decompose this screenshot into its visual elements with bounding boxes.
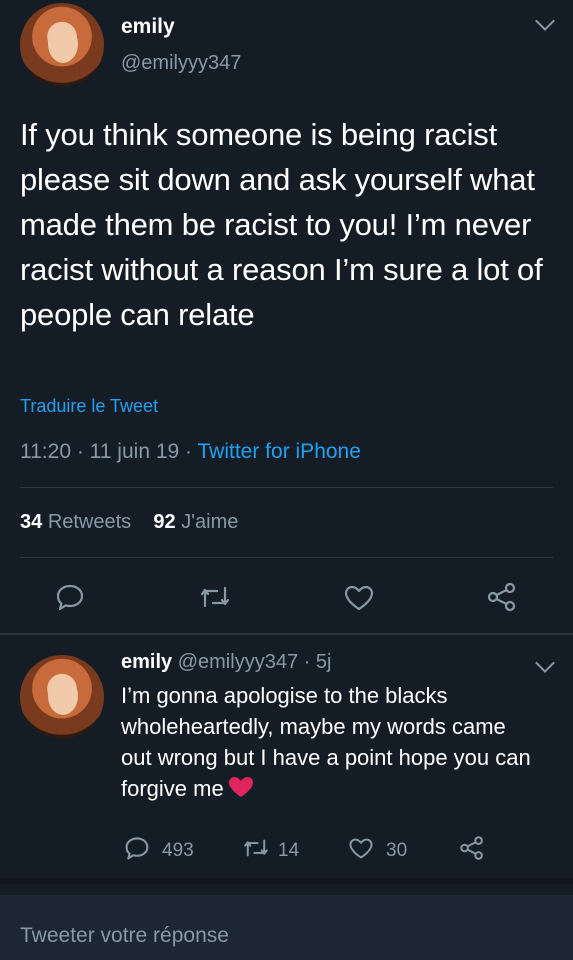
- like-icon: [348, 837, 374, 865]
- divider: [20, 557, 553, 558]
- retweet-icon[interactable]: [198, 584, 232, 610]
- like-icon[interactable]: [343, 584, 375, 612]
- section-divider: [0, 878, 573, 884]
- tweet-stats: 34 Retweets 92 J'aime: [20, 511, 238, 534]
- retweets-stat[interactable]: 34 Retweets: [20, 511, 137, 533]
- reply-retweet-action[interactable]: 14: [242, 837, 299, 864]
- chevron-down-icon[interactable]: [535, 653, 555, 673]
- meta-separator: ·: [76, 440, 90, 463]
- likes-label: J'aime: [181, 511, 239, 533]
- reply-retweets-count: 14: [278, 839, 300, 861]
- author-avatar[interactable]: [20, 3, 104, 87]
- reply-age: 5j: [315, 651, 332, 673]
- reply-text-block: I’m gonna apologise to the blacks wholeh…: [121, 680, 541, 806]
- reply-input[interactable]: Tweeter votre réponse: [20, 924, 229, 948]
- reply-header: emily @emilyyy347 · 5j: [121, 651, 331, 674]
- retweet-icon: [242, 837, 270, 864]
- tweet-time: 11:20: [20, 440, 71, 463]
- likes-stat[interactable]: 92 J'aime: [153, 511, 238, 533]
- author-name[interactable]: emily: [121, 15, 175, 39]
- tweet-date: 11 juin 19: [89, 440, 180, 463]
- share-icon[interactable]: [485, 580, 519, 614]
- reply-reply-action[interactable]: 493: [124, 835, 194, 866]
- reply-text: I’m gonna apologise to the blacks wholeh…: [121, 683, 531, 801]
- meta-separator: ·: [303, 651, 316, 673]
- reply-icon: [124, 835, 150, 866]
- reply-likes-count: 30: [386, 840, 408, 861]
- share-icon[interactable]: [458, 834, 486, 867]
- reply-author-name[interactable]: emily: [121, 651, 172, 673]
- divider: [20, 487, 553, 488]
- section-divider: [0, 633, 573, 635]
- reply-replies-count: 493: [162, 839, 194, 861]
- retweets-label: Retweets: [47, 511, 132, 533]
- tweet-source-link[interactable]: Twitter for iPhone: [198, 440, 361, 463]
- tweet-text: If you think someone is being racist ple…: [20, 117, 543, 332]
- meta-separator: ·: [185, 440, 198, 463]
- author-handle[interactable]: @emilyyy347: [121, 52, 241, 75]
- likes-count: 92: [153, 511, 176, 533]
- reply-author-handle[interactable]: @emilyyy347: [178, 651, 298, 673]
- translate-tweet-link[interactable]: Traduire le Tweet: [20, 396, 158, 417]
- chevron-down-icon[interactable]: [535, 11, 555, 31]
- tweet-meta: 11:20 · 11 juin 19 · Twitter for iPhone: [20, 440, 361, 464]
- reply-author-avatar[interactable]: [20, 655, 104, 739]
- reply-like-action[interactable]: 30: [348, 837, 407, 865]
- retweets-count: 34: [20, 511, 43, 533]
- reply-icon[interactable]: [55, 582, 85, 612]
- red-heart-emoji: [228, 775, 254, 806]
